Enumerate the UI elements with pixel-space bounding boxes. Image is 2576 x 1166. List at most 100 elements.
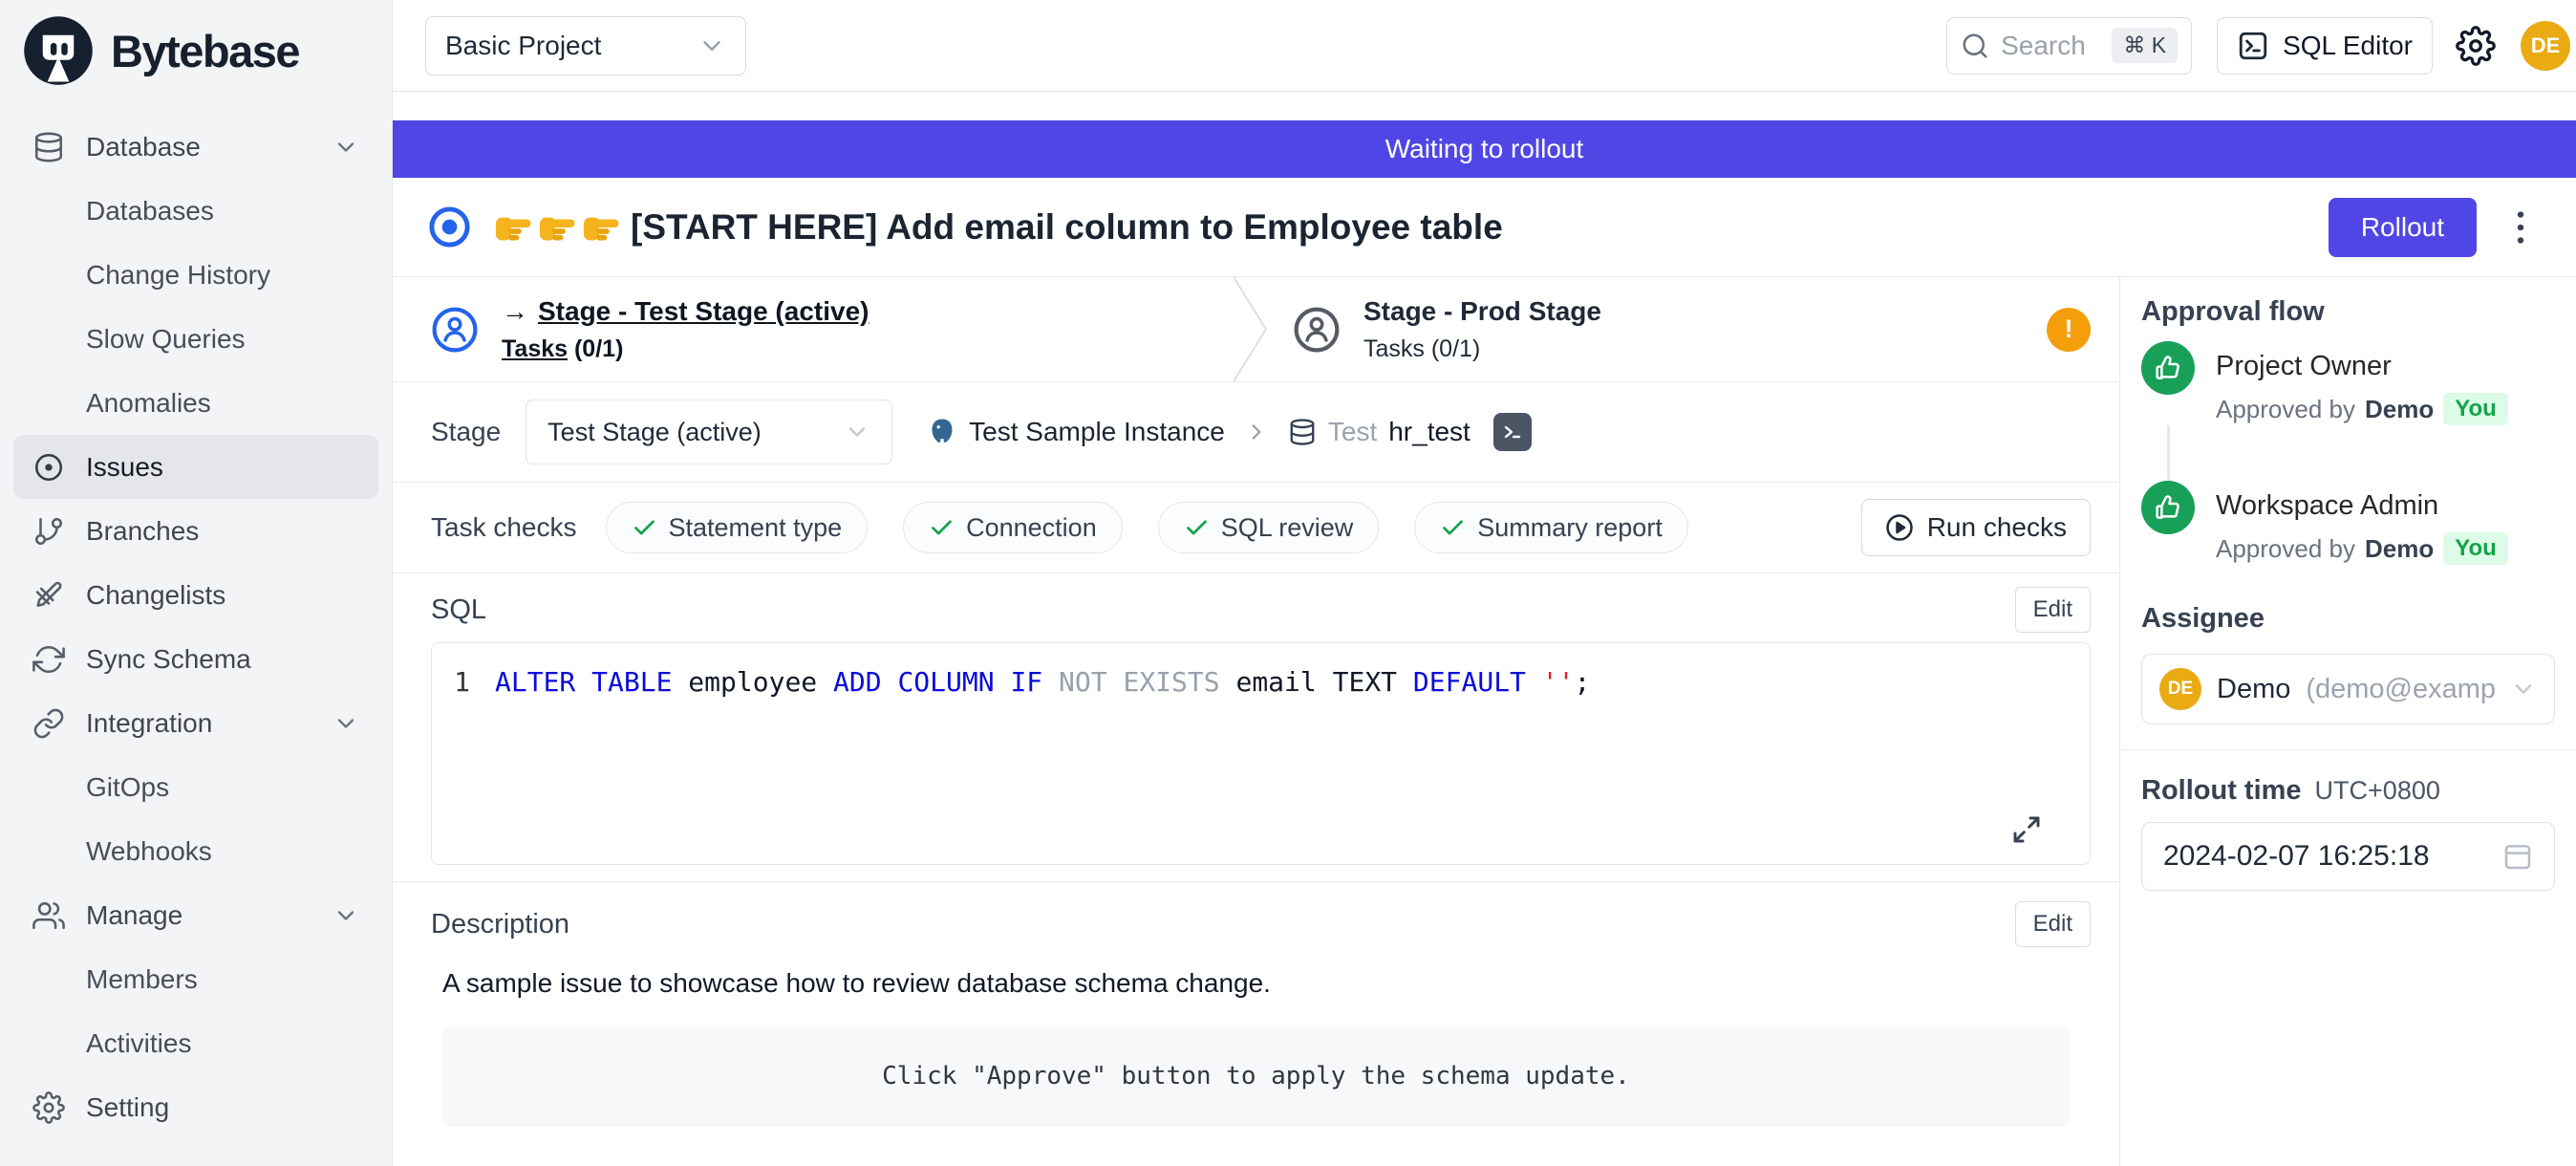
sidebar-item-activities[interactable]: Activities [13,1011,378,1075]
rollout-timezone: UTC+0800 [2315,776,2440,806]
assignee-select[interactable]: DE Demo (demo@example [2141,654,2555,724]
user-circle-icon [1293,306,1341,354]
postgresql-icon [927,417,957,447]
chevron-right-icon [1244,420,1269,444]
chevron-down-icon [844,419,870,445]
approval-role: Workspace Admin [2216,488,2508,523]
stage-test[interactable]: →Stage - Test Stage (active) Tasks (0/1) [393,277,1232,381]
sidebar-item-integration[interactable]: Integration [13,691,378,755]
chevron-down-icon [333,710,359,737]
sidebar-item-manage[interactable]: Manage [13,883,378,947]
stage-select-value: Test Stage (active) [547,418,762,447]
search-icon [1961,32,1989,60]
approval-connector [2167,425,2170,481]
sidebar-item-changelists[interactable]: Changelists [13,563,378,627]
sidebar-item-label: Activities [86,1028,191,1059]
sidebar-item-change-history[interactable]: Change History [13,243,378,307]
rollout-time-input[interactable]: 2024-02-07 16:25:18 [2141,822,2555,891]
approved-by-label: Approved by [2216,395,2355,424]
rollout-time-label-row: Rollout time UTC+0800 [2141,775,2572,807]
run-checks-button[interactable]: Run checks [1861,499,2091,556]
sidebar-item-label: Branches [86,516,199,547]
sidebar-item-gitops[interactable]: GitOps [13,755,378,819]
description-heading: Description [431,909,569,940]
check-pill-connection[interactable]: Connection [903,502,1123,553]
sidebar-item-database[interactable]: Database [13,115,378,179]
thumbs-up-icon [2153,353,2183,383]
gear-icon[interactable] [2456,26,2496,66]
you-badge: You [2443,532,2508,565]
task-checks-row: Task checks Statement type Connection SQ… [393,483,2119,573]
check-pill-sql-review[interactable]: SQL review [1158,502,1380,553]
description-edit-button[interactable]: Edit [2015,901,2091,947]
pointing-right-emoji [579,206,621,248]
approval-step-project-owner: Project Owner Approved by Demo You [2141,341,2572,425]
sql-editor-icon [2237,30,2269,62]
tasks-link[interactable]: Tasks [502,335,568,362]
database-icon [32,131,65,163]
approval-role: Project Owner [2216,349,2508,383]
sidebar-item-sync-schema[interactable]: Sync Schema [13,627,378,691]
sql-token [1526,664,1542,701]
sidebar-item-label: Setting [86,1092,169,1123]
check-pill-statement-type[interactable]: Statement type [606,502,869,553]
sidebar-item-webhooks[interactable]: Webhooks [13,819,378,883]
setting-icon [32,1091,65,1124]
main-column: Basic Project Search ⌘ K SQL Editor DE W… [393,0,2576,1166]
stage-prod[interactable]: Stage - Prod Stage Tasks (0/1) ! [1272,277,2119,381]
branches-icon [32,515,65,548]
sidebar-item-branches[interactable]: Branches [13,499,378,563]
stage-name-link[interactable]: Stage - Test Stage (active) [538,296,869,326]
user-avatar[interactable]: DE [2521,21,2570,71]
chevron-down-icon [333,134,359,161]
sidebar-item-slow-queries[interactable]: Slow Queries [13,307,378,371]
more-vertical-icon[interactable] [2500,203,2542,252]
issues-icon [32,451,65,484]
warning-icon[interactable]: ! [2047,308,2091,352]
you-badge: You [2443,393,2508,425]
check-pill-summary-report[interactable]: Summary report [1414,502,1688,553]
sql-heading: SQL [431,594,486,626]
sidebar-nav: Database Databases Change History Slow Q… [13,115,378,1139]
bytebase-logo-icon [21,13,96,88]
bytebase-app: Bytebase Database Databases Change Histo… [0,0,2576,1166]
database-link[interactable]: hr_test [1388,417,1470,447]
sidebar-item-setting[interactable]: Setting [13,1075,378,1139]
stage-name: Stage - Prod Stage [1363,296,1601,326]
brand-logo[interactable]: Bytebase [13,0,378,101]
stage-select[interactable]: Test Stage (active) [526,399,892,464]
pointing-right-emoji-group [491,206,621,248]
content-row: →Stage - Test Stage (active) Tasks (0/1)… [393,277,2576,1166]
expand-icon[interactable] [2011,814,2042,845]
run-checks-label: Run checks [1927,512,2067,543]
sql-editor-button[interactable]: SQL Editor [2217,17,2433,75]
banner-gap [393,92,2576,120]
sidebar-item-label: Change History [86,260,270,291]
rollout-button[interactable]: Rollout [2329,198,2477,257]
approved-icon [2141,481,2195,534]
issue-title-row: [START HERE] Add email column to Employe… [393,178,2576,277]
sidebar-item-members[interactable]: Members [13,947,378,1011]
sidebar-item-label: Changelists [86,580,225,611]
sidebar-item-anomalies[interactable]: Anomalies [13,371,378,435]
sidebar-item-issues[interactable]: Issues [13,435,378,499]
approval-step-workspace-admin: Workspace Admin Approved by Demo You [2141,481,2572,565]
sql-token: NOT EXISTS [1042,664,1235,701]
calendar-icon[interactable] [2502,841,2533,872]
open-in-sql-editor-icon[interactable] [1493,413,1532,451]
check-pill-label: SQL review [1221,513,1354,543]
search-input[interactable]: Search ⌘ K [1946,17,2192,75]
rollout-time-value: 2024-02-07 16:25:18 [2163,840,2430,873]
sql-edit-button[interactable]: Edit [2015,587,2091,633]
sidebar-item-databases[interactable]: Databases [13,179,378,243]
sql-token: '' [1542,664,1575,701]
sql-editor[interactable]: 1 ALTER TABLE employee ADD COLUMN IF NOT… [431,642,2091,865]
instance-link[interactable]: Test Sample Instance [969,417,1225,447]
sidebar-item-label: Slow Queries [86,324,246,355]
issue-title: [START HERE] Add email column to Employe… [631,207,1503,248]
chevron-down-icon [2510,676,2537,702]
user-circle-icon [431,306,479,354]
project-select[interactable]: Basic Project [425,16,746,76]
current-stage-arrow: → [502,296,528,326]
rollout-time-label: Rollout time [2141,775,2302,807]
